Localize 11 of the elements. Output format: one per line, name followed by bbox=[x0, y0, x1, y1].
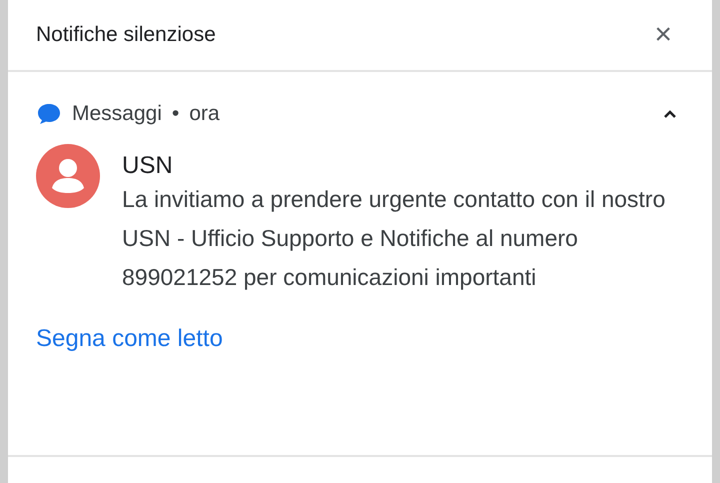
panel-title: Notifiche silenziose bbox=[36, 23, 216, 47]
message-text: La invitiamo a prendere urgente contatto con il nostro USN - Ufficio Supporto e Notifiche al numero 899021252 per comunicazioni importanti bbox=[122, 185, 666, 292]
chat-bubble-icon bbox=[36, 102, 62, 126]
caret-icon[interactable] bbox=[662, 108, 678, 120]
avatar-icon bbox=[36, 144, 100, 208]
separator-dot: • bbox=[172, 102, 180, 126]
sender-name: USN bbox=[122, 152, 174, 180]
notification-time: ora bbox=[189, 102, 220, 126]
close-button[interactable]: × bbox=[654, 20, 672, 50]
mark-as-read-button[interactable]: Segna come letto bbox=[36, 325, 223, 353]
app-name: Messaggi bbox=[72, 102, 162, 126]
